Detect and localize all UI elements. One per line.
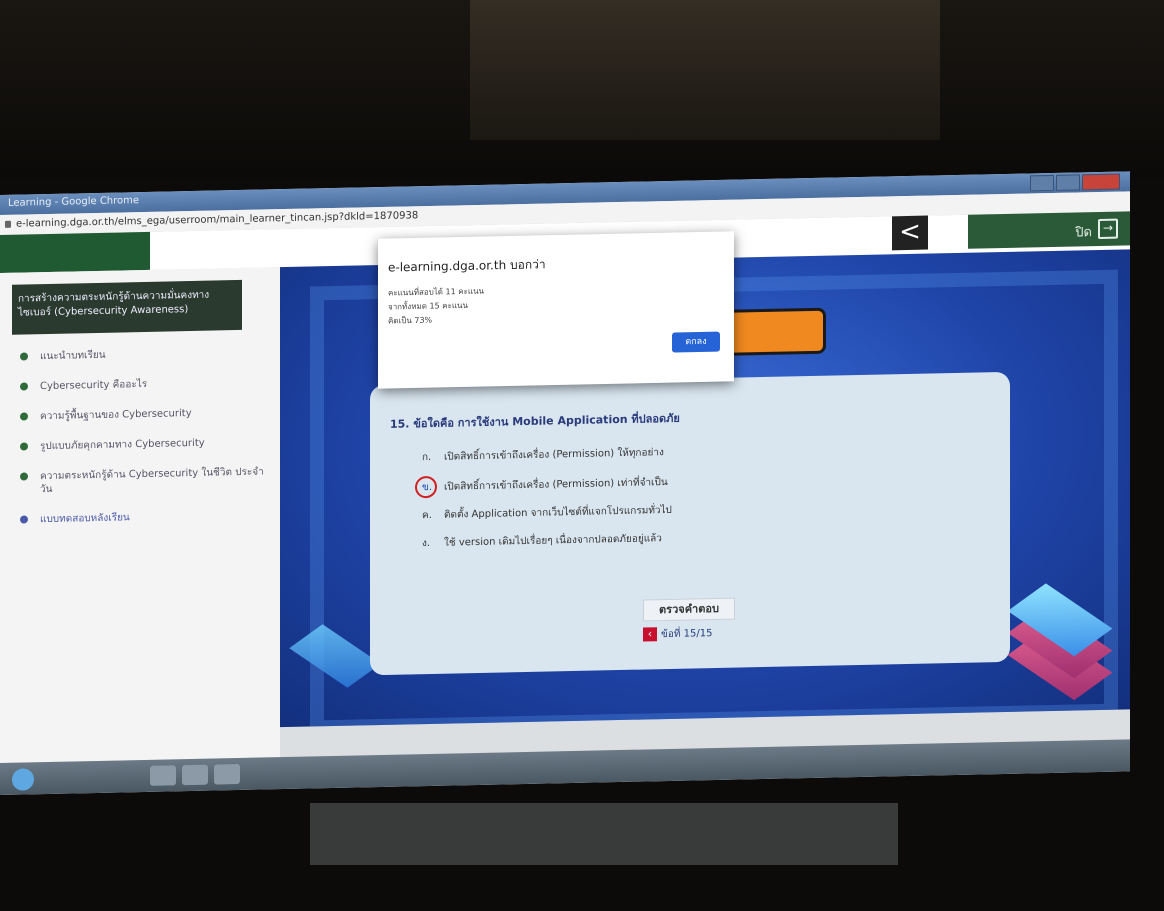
sidebar-item-label: แบบทดสอบหลังเรียน bbox=[40, 512, 130, 526]
lock-icon bbox=[5, 220, 11, 228]
sidebar-item-label: แนะนำบทเรียน bbox=[40, 349, 106, 363]
prev-arrow-icon[interactable]: ‹ bbox=[643, 627, 657, 642]
bullet-dot-icon bbox=[20, 472, 28, 481]
start-button[interactable] bbox=[12, 768, 34, 791]
course-title: การสร้างความตระหนักรู้ด้านความมั่นคงทางไ… bbox=[12, 279, 242, 335]
background-panel bbox=[470, 0, 940, 140]
header-logo-area bbox=[0, 231, 150, 273]
question-card: 15. ข้อใดคือ การใช้งาน Mobile Applicatio… bbox=[370, 371, 1010, 676]
question-text: 15. ข้อใดคือ การใช้งาน Mobile Applicatio… bbox=[390, 411, 680, 431]
exit-label: ปิด bbox=[1075, 225, 1092, 241]
bullet-dot-icon bbox=[20, 352, 28, 361]
taskbar-app[interactable] bbox=[214, 763, 240, 785]
exit-button[interactable]: ปิด → bbox=[968, 211, 1130, 249]
answer-option-d[interactable]: ง. ใช้ version เดิมไปเรื่อยๆ เนื่องจากปลอ… bbox=[422, 531, 662, 551]
close-window-button[interactable] bbox=[1082, 173, 1120, 191]
option-text: ใช้ version เดิมไปเรื่อยๆ เนื่องจากปลอดภ… bbox=[444, 533, 662, 549]
cube-stack-decoration-icon bbox=[1007, 580, 1113, 702]
bullet-dot-icon bbox=[20, 382, 28, 391]
sidebar-item-posttest[interactable]: แบบทดสอบหลังเรียน bbox=[20, 508, 270, 526]
alert-dialog: e-learning.dga.or.th บอกว่า คะแนนที่สอบไ… bbox=[378, 231, 734, 389]
maximize-button[interactable] bbox=[1056, 174, 1080, 191]
answer-option-c[interactable]: ค. ติดตั้ง Application จากเว็บไซต์ที่แจกโ… bbox=[422, 503, 672, 523]
back-button[interactable]: < bbox=[892, 215, 928, 251]
sidebar-item-label: ความรู้พื้นฐานของ Cybersecurity bbox=[40, 407, 192, 423]
question-pager: ‹ ข้อที่ 15/15 bbox=[643, 626, 712, 642]
taskbar-app[interactable] bbox=[182, 764, 208, 786]
dialog-line: จากทั้งหมด 15 คะแนน bbox=[388, 300, 468, 312]
option-text: เปิดสิทธิ์การเข้าถึงเครื่อง (Permission)… bbox=[444, 447, 664, 463]
option-key: ค. bbox=[422, 509, 432, 522]
monitor-stand-label bbox=[310, 803, 898, 865]
sidebar-item-label: รูปแบบภัยคุกคามทาง Cybersecurity bbox=[40, 437, 205, 453]
answer-option-b[interactable]: ข. เปิดสิทธิ์การเข้าถึงเครื่อง (Permissio… bbox=[422, 475, 668, 495]
option-text: ติดตั้ง Application จากเว็บไซต์ที่แจกโปร… bbox=[444, 504, 672, 521]
dialog-title: e-learning.dga.or.th บอกว่า bbox=[388, 257, 546, 275]
sidebar-item-label: ความตระหนักรู้ด้าน Cybersecurity ในชีวิต… bbox=[40, 466, 264, 496]
window-controls bbox=[1030, 173, 1120, 192]
dialog-line: คะแนนที่สอบได้ 11 คะแนน bbox=[388, 286, 485, 298]
lesson-menu: แนะนำบทเรียน Cybersecurity คืออะไร ความร… bbox=[20, 345, 270, 543]
taskbar-app[interactable] bbox=[150, 765, 176, 786]
window-title: Learning - Google Chrome bbox=[8, 195, 140, 209]
pager-text: ข้อที่ 15/15 bbox=[661, 628, 713, 641]
exit-icon: → bbox=[1098, 218, 1118, 240]
bullet-dot-icon bbox=[20, 412, 28, 421]
answer-option-a[interactable]: ก. เปิดสิทธิ์การเข้าถึงเครื่อง (Permissio… bbox=[422, 445, 664, 465]
orange-banner bbox=[720, 307, 826, 356]
sidebar-item-what-is[interactable]: Cybersecurity คืออะไร bbox=[20, 375, 270, 393]
option-text: เปิดสิทธิ์การเข้าถึงเครื่อง (Permission)… bbox=[444, 477, 668, 493]
sidebar-item-threats[interactable]: รูปแบบภัยคุกคามทาง Cybersecurity bbox=[20, 435, 270, 453]
option-key: ง. bbox=[422, 537, 431, 550]
bullet-dot-icon bbox=[20, 442, 28, 451]
ok-button[interactable]: ตกลง bbox=[672, 331, 720, 353]
back-chevron-icon: < bbox=[899, 216, 921, 248]
sidebar-item-label: Cybersecurity คืออะไร bbox=[40, 378, 148, 393]
minimize-button[interactable] bbox=[1030, 174, 1054, 192]
option-key: ก. bbox=[422, 451, 432, 464]
dialog-line: คิดเป็น 73% bbox=[388, 315, 433, 326]
sidebar-item-basics[interactable]: ความรู้พื้นฐานของ Cybersecurity bbox=[20, 405, 270, 423]
course-sidebar: การสร้างความตระหนักรู้ด้านความมั่นคงทางไ… bbox=[0, 267, 280, 763]
sidebar-item-intro[interactable]: แนะนำบทเรียน bbox=[20, 345, 270, 363]
check-answer-button[interactable]: ตรวจคำตอบ bbox=[643, 597, 735, 622]
selection-circle-icon bbox=[415, 475, 437, 499]
bullet-dot-icon bbox=[20, 515, 28, 524]
sidebar-item-daily-life[interactable]: ความตระหนักรู้ด้าน Cybersecurity ในชีวิต… bbox=[20, 465, 270, 496]
